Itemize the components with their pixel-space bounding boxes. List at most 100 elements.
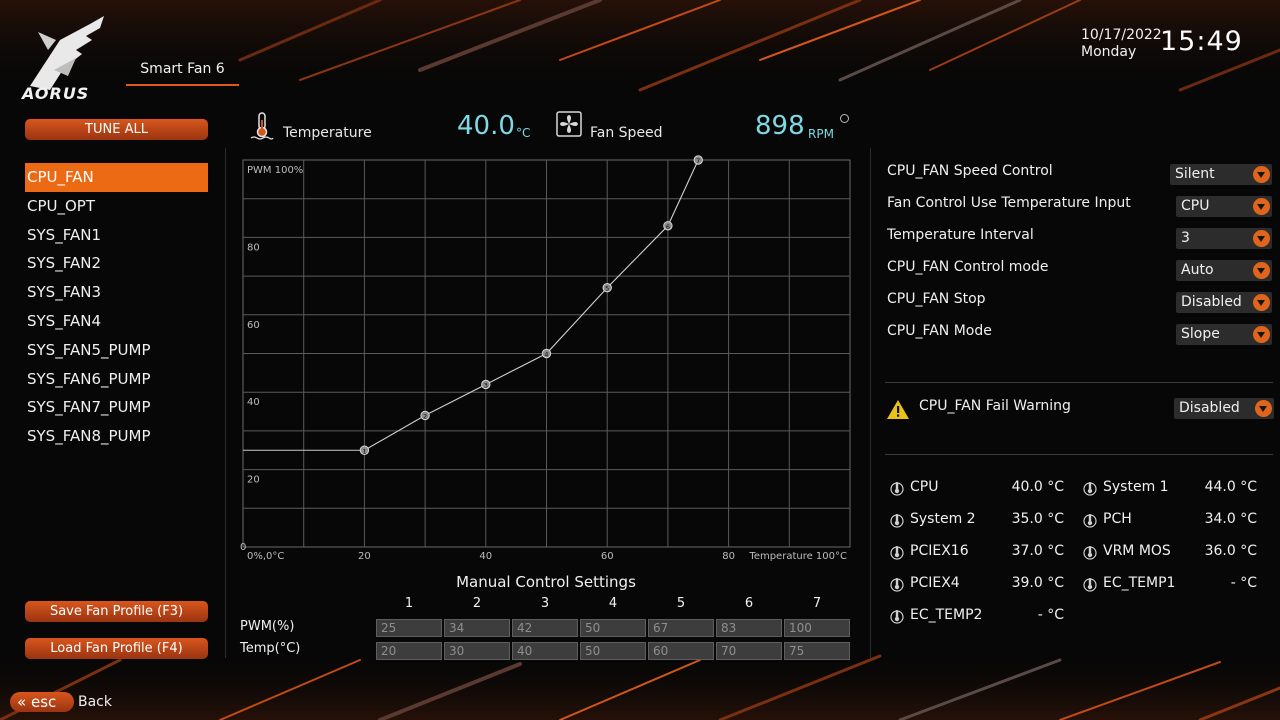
curve-point-5[interactable]: 5 [602,283,612,293]
y-tick-label: 80 [247,242,260,253]
temperature-label: Temperature [283,125,372,141]
y-tick-label: 60 [247,320,260,331]
curve-point-3[interactable]: 3 [481,379,491,389]
setting-dropdown[interactable]: CPU [1176,196,1272,217]
setting-label: CPU_FAN Speed Control [887,163,1053,179]
temperature-sensor-icon [890,578,904,592]
dropdown-value: Silent [1175,166,1215,182]
fan-item-sys-fan2[interactable]: SYS_FAN2 [25,249,208,278]
x-tick-label: 80 [722,551,735,562]
thermometer-icon [250,112,274,140]
sensor-pciex16: PCIEX16 37.0 °C [890,543,1064,563]
y-tick-label: 40 [247,397,260,408]
brand-name: AORUS [22,84,90,103]
column-header: 6 [744,596,754,611]
fan-curve-chart[interactable]: PWM 100% Temperature 100°C 0%,0°C0 20 40 60 80… [236,150,860,566]
curve-point-label: 5 [605,285,609,293]
load-fan-profile-button[interactable]: Load Fan Profile (F4) [25,638,208,659]
pwm-input-4[interactable]: 50 [580,619,646,637]
temp-input-5[interactable]: 60 [648,642,714,660]
fan-speed-label: Fan Speed [590,125,663,141]
x-origin-label: 0%,0°C [247,551,284,562]
fan-item-sys-fan3[interactable]: SYS_FAN3 [25,278,208,307]
pwm-input-2[interactable]: 34 [444,619,510,637]
fan-icon [556,111,582,137]
fan-item-sys-fan7-pump[interactable]: SYS_FAN7_PUMP [25,393,208,422]
chevron-down-icon [1253,294,1270,311]
chevron-down-icon [1253,326,1270,343]
save-fan-profile-button[interactable]: Save Fan Profile (F3) [25,601,208,622]
sensor-value: 37.0 °C [1011,543,1064,559]
column-header: 7 [812,596,822,611]
pwm-input-1[interactable]: 25 [376,619,442,637]
setting-dropdown[interactable]: Auto [1176,260,1272,281]
double-chevron-left-icon: « [17,693,27,711]
sensor-system-2: System 2 35.0 °C [890,511,1064,531]
pwm-input-5[interactable]: 67 [648,619,714,637]
temp-input-6[interactable]: 70 [716,642,782,660]
temp-input-7[interactable]: 75 [784,642,850,660]
temp-input-1[interactable]: 20 [376,642,442,660]
date-text: 10/17/2022 [1081,27,1162,43]
curve-point-label: 4 [544,351,548,359]
fan-item-sys-fan4[interactable]: SYS_FAN4 [25,307,208,336]
chevron-down-icon [1253,230,1270,247]
date-display: 10/17/2022 Monday [1081,27,1162,61]
pwm-input-7[interactable]: 100 [784,619,850,637]
tune-all-button[interactable]: TUNE ALL [25,119,208,140]
curve-point-1[interactable]: 1 [359,445,370,455]
sensor-name: System 2 [910,511,976,527]
setting-dropdown[interactable]: 3 [1176,228,1272,249]
temperature-value: 40.0 [457,111,515,141]
pwm-input-6[interactable]: 83 [716,619,782,637]
sensor-ec-temp1: EC_TEMP1 - °C [1083,575,1257,595]
column-header: 2 [472,596,482,611]
y-axis-label: PWM 100% [247,165,303,176]
sensor-name: System 1 [1103,479,1169,495]
fan-item-cpu-opt[interactable]: CPU_OPT [25,192,208,221]
chevron-down-icon [1253,166,1270,183]
fan-item-sys-fan6-pump[interactable]: SYS_FAN6_PUMP [25,365,208,394]
sensor-name: PCH [1103,511,1132,527]
esc-button[interactable]: « esc [10,692,74,712]
curve-point-label: 3 [484,381,488,389]
dropdown-value: Auto [1181,262,1214,278]
dropdown-value: Disabled [1181,294,1242,310]
curve-point-label: 2 [423,412,427,420]
temp-input-3[interactable]: 40 [512,642,578,660]
temperature-unit: °C [516,126,531,140]
x-tick-label: 40 [479,551,492,562]
x-tick-label: 20 [358,551,371,562]
setting-dropdown[interactable]: Disabled [1176,292,1272,313]
esc-label: esc [30,693,57,711]
setting-dropdown[interactable]: Slope [1176,324,1272,345]
pwm-input-3[interactable]: 42 [512,619,578,637]
curve-point-label: 1 [362,447,366,455]
sensor-pciex4: PCIEX4 39.0 °C [890,575,1064,595]
curve-point-2[interactable]: 2 [420,410,430,420]
curve-point-4[interactable]: 4 [541,348,552,359]
sidebar-divider [225,148,226,658]
curve-point-6[interactable]: 6 [663,221,673,231]
column-header: 4 [608,596,618,611]
temperature-sensor-icon [1083,482,1097,496]
fan-list: CPU_FAN CPU_OPT SYS_FAN1 SYS_FAN2 SYS_FAN3 SY… [25,163,208,451]
sensor-value: - °C [1037,607,1064,623]
chevron-down-icon [1253,198,1270,215]
curve-point-7[interactable]: 7 [693,155,703,165]
fan-item-sys-fan8-pump[interactable]: SYS_FAN8_PUMP [25,422,208,451]
tab-smart-fan[interactable]: Smart Fan 6 [126,56,239,86]
fan-item-cpu-fan[interactable]: CPU_FAN [25,163,208,192]
temp-input-2[interactable]: 30 [444,642,510,660]
setting-label: CPU_FAN Mode [887,323,992,339]
temp-row-label: Temp(°C) [240,641,301,656]
sensor-value: 44.0 °C [1204,479,1257,495]
fail-warning-dropdown[interactable]: Disabled [1174,398,1274,419]
temperature-sensor-icon [890,610,904,624]
fan-item-sys-fan5-pump[interactable]: SYS_FAN5_PUMP [25,336,208,365]
fan-item-sys-fan1[interactable]: SYS_FAN1 [25,221,208,250]
setting-dropdown[interactable]: Silent [1170,164,1272,185]
setting-label: CPU_FAN Stop [887,291,986,307]
temp-input-4[interactable]: 50 [580,642,646,660]
temperature-sensor-icon [890,482,904,496]
